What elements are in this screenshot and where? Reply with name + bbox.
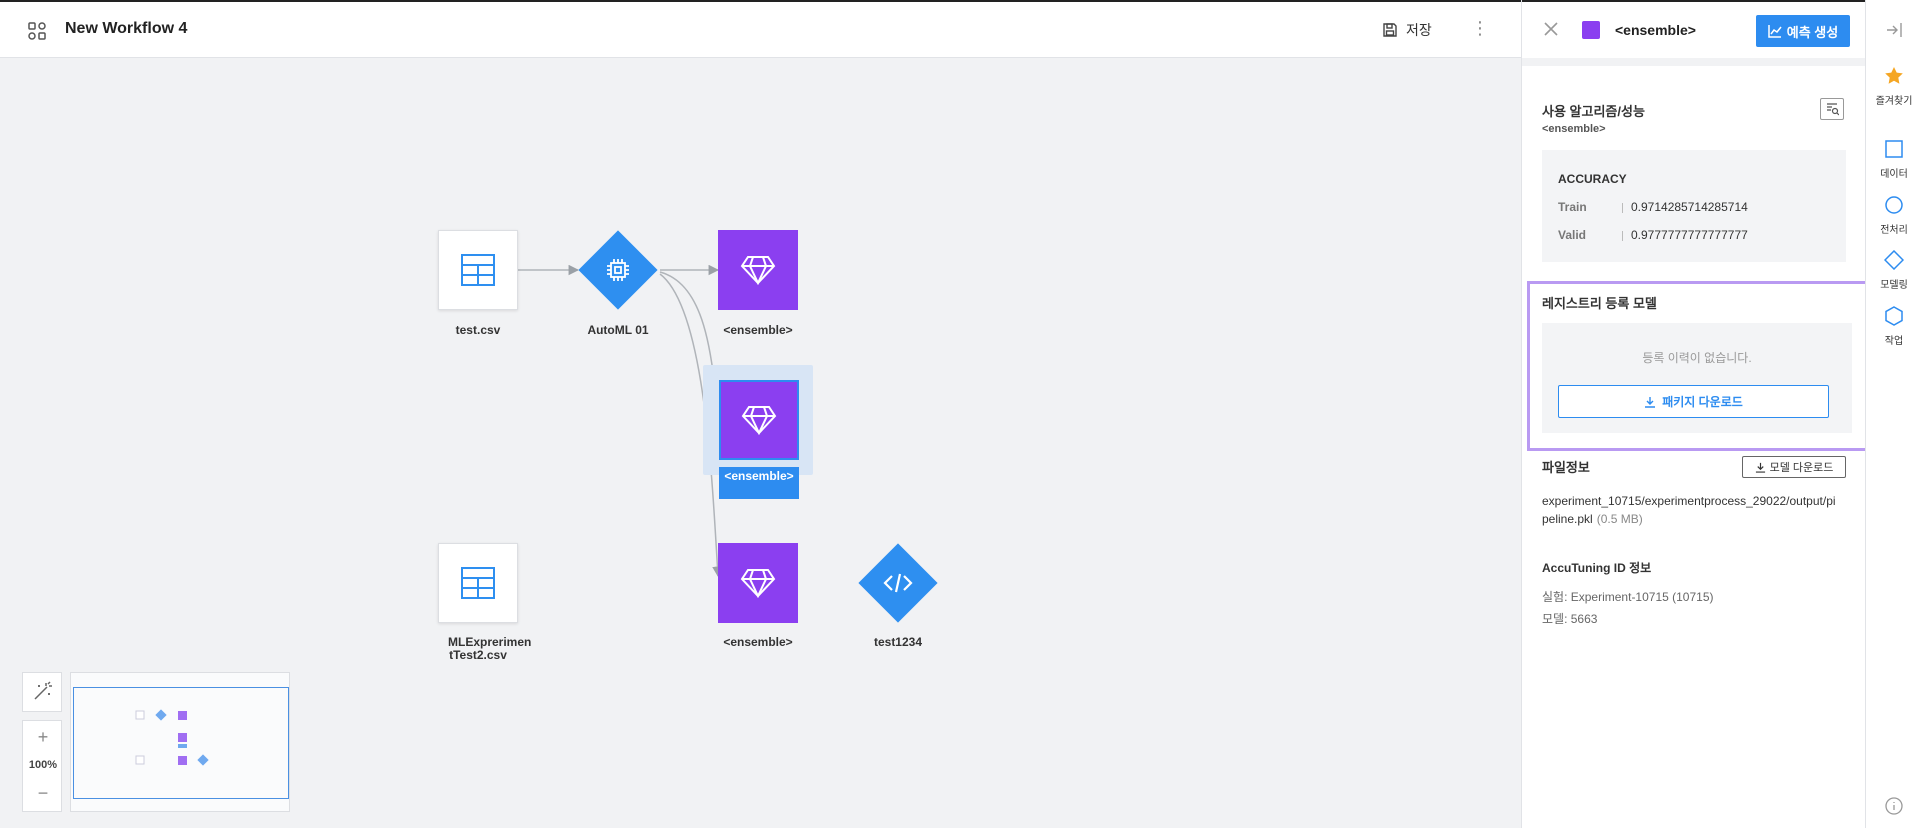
data-node-test-csv[interactable] — [438, 230, 518, 310]
table-icon — [461, 254, 495, 286]
experiment-id: 실험: Experiment-10715 (10715) — [1542, 590, 1714, 604]
rail-preprocess[interactable]: 전처리 — [1866, 195, 1921, 236]
square-icon — [1885, 140, 1903, 158]
data-node-ml-csv[interactable] — [438, 543, 518, 623]
accuracy-box: ACCURACY Train 0.9714285714285714 Valid 0.… — [1542, 150, 1846, 262]
magic-wand-icon — [34, 681, 52, 700]
model-color-swatch — [1582, 21, 1600, 39]
close-icon[interactable] — [1542, 20, 1560, 38]
gem-icon — [741, 406, 777, 435]
node-label-ensemble-1: <ensemble> — [723, 323, 793, 337]
valid-value: 0.9777777777777777 — [1631, 228, 1748, 242]
train-label: Train — [1558, 200, 1587, 214]
minimap-nodes — [135, 709, 209, 766]
chip-icon — [578, 230, 658, 310]
model-download-label: 모델 다운로드 — [1769, 462, 1834, 474]
save-icon — [1383, 23, 1397, 37]
package-download-label: 패키지 다운로드 — [1662, 395, 1743, 409]
rail-preprocess-label: 전처리 — [1880, 225, 1908, 236]
registry-title: 레지스트리 등록 모델 — [1542, 296, 1657, 311]
gem-icon — [740, 256, 776, 285]
rail-data-label: 데이터 — [1880, 169, 1908, 180]
workflow-title[interactable]: New Workflow 4 — [65, 20, 187, 38]
package-download-button[interactable]: 패키지 다운로드 — [1558, 385, 1829, 418]
accutuning-title: AccuTuning ID 정보 — [1542, 561, 1652, 575]
gem-icon — [740, 569, 776, 598]
zoom-out-button[interactable]: − — [23, 783, 63, 804]
algo-title: 사용 알고리즘/성능 — [1542, 104, 1645, 119]
magic-wand-button[interactable] — [22, 672, 62, 712]
train-row: Train 0.9714285714285714 — [1558, 200, 1748, 214]
registry-section: 레지스트리 등록 모델 등록 이력이 없습니다. 패키지 다운로드 — [1527, 281, 1869, 451]
file-path: experiment_10715/experimentprocess_29022… — [1542, 492, 1842, 528]
star-icon — [1885, 67, 1903, 84]
zoom-controls: + 100% − — [22, 720, 62, 812]
zoom-in-button[interactable]: + — [23, 727, 63, 748]
file-info-title: 파일정보 — [1542, 460, 1590, 475]
accuracy-title: ACCURACY — [1558, 172, 1627, 186]
workflow-header: New Workflow 4 저장 ⋮ — [0, 0, 1521, 58]
node-label-test1234: test1234 — [873, 635, 923, 649]
rail-favorites-label: 즐겨찾기 — [1875, 96, 1913, 107]
valid-label: Valid — [1558, 228, 1587, 242]
rail-job-label: 작업 — [1884, 336, 1904, 347]
table-icon — [461, 567, 495, 599]
train-value: 0.9714285714285714 — [1631, 200, 1748, 214]
circle-icon — [1885, 196, 1903, 214]
predict-label: 예측 생성 — [1786, 24, 1839, 40]
rail-job[interactable]: 작업 — [1866, 306, 1921, 347]
panel-header: <ensemble> 예측 생성 — [1522, 0, 1866, 58]
node-label-ensemble-2: <ensemble> — [719, 467, 799, 499]
code-node-test1234[interactable] — [858, 543, 938, 623]
search-document-icon — [1827, 103, 1839, 116]
info-icon[interactable] — [1866, 796, 1921, 819]
details-button[interactable] — [1820, 98, 1844, 120]
node-label-ensemble-3: <ensemble> — [723, 635, 793, 649]
node-label-test-csv: test.csv — [455, 323, 501, 337]
rail-modeling-label: 모델링 — [1880, 280, 1908, 291]
rail-modeling[interactable]: 모델링 — [1866, 250, 1921, 291]
panel-title: <ensemble> — [1615, 22, 1696, 38]
chart-icon — [1768, 25, 1782, 38]
diamond-icon — [1884, 250, 1904, 270]
panel-separator — [1522, 58, 1866, 66]
code-icon — [858, 543, 938, 623]
model-node-ensemble-3[interactable] — [718, 543, 798, 623]
automl-node[interactable] — [578, 230, 658, 310]
registry-inner: 등록 이력이 없습니다. 패키지 다운로드 — [1542, 323, 1852, 433]
file-path-text: experiment_10715/experimentprocess_29022… — [1542, 494, 1836, 526]
more-menu-icon[interactable]: ⋮ — [1471, 18, 1489, 42]
node-label-ml-csv: MLExprerimen tTest2.csv — [448, 635, 532, 662]
node-label-automl: AutoML 01 — [587, 323, 649, 337]
rail-data[interactable]: 데이터 — [1866, 139, 1921, 180]
save-button[interactable]: 저장 — [1382, 20, 1432, 40]
workflow-icon[interactable] — [26, 20, 48, 42]
hexagon-icon — [1885, 306, 1903, 326]
model-node-ensemble-2[interactable] — [719, 380, 799, 460]
model-node-ensemble-1[interactable] — [718, 230, 798, 310]
valid-row: Valid 0.9777777777777777 — [1558, 228, 1748, 242]
file-size: (0.5 MB) — [1596, 512, 1643, 526]
minimap[interactable] — [70, 672, 290, 812]
download-icon — [1645, 396, 1656, 408]
rail-favorites[interactable]: 즐겨찾기 — [1866, 66, 1921, 107]
right-rail: 즐겨찾기 데이터 전처리 모델링 작업 — [1865, 0, 1921, 828]
model-download-button[interactable]: 모델 다운로드 — [1742, 456, 1846, 478]
detail-panel: <ensemble> 예측 생성 사용 알고리즘/성능 <ensemble> A… — [1521, 0, 1869, 828]
model-id: 모델: 5663 — [1542, 612, 1598, 626]
workflow-canvas[interactable]: test.csv AutoML 01 <ensemble> <ensemble>… — [0, 58, 1521, 828]
predict-button[interactable]: 예측 생성 — [1756, 15, 1850, 47]
save-label: 저장 — [1406, 22, 1432, 38]
download-icon — [1755, 462, 1765, 473]
algo-subtitle: <ensemble> — [1542, 123, 1606, 135]
collapse-panel-icon[interactable] — [1866, 20, 1921, 43]
zoom-level: 100% — [28, 759, 58, 771]
registry-empty-text: 등록 이력이 없습니다. — [1642, 351, 1752, 365]
